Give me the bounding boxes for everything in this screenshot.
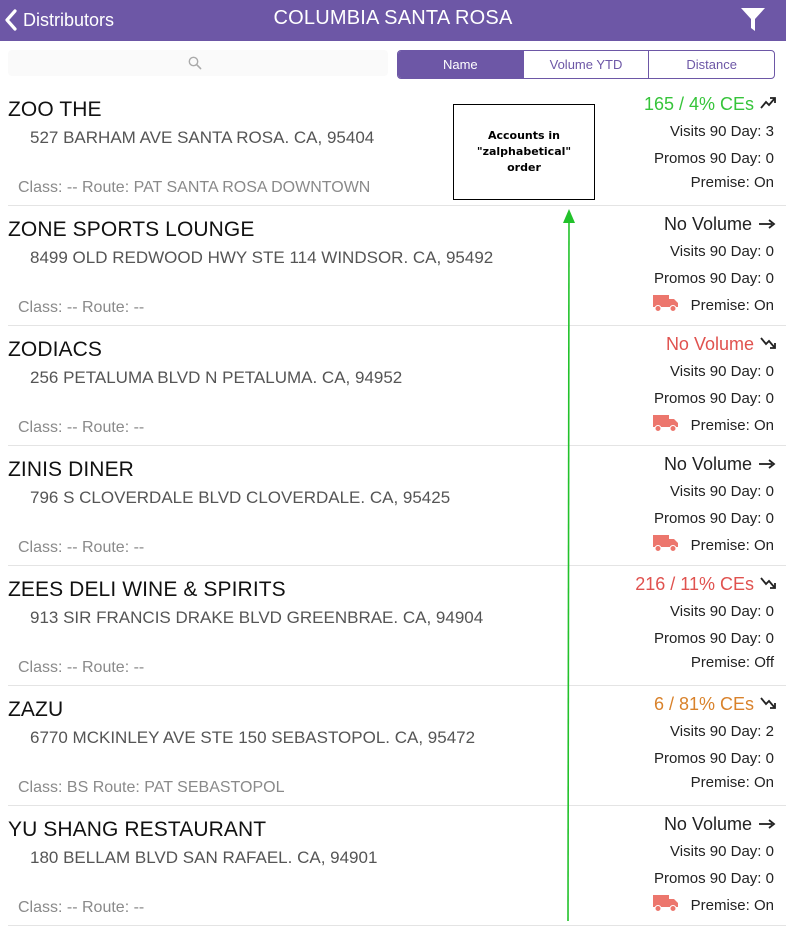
account-class-route: Class: -- Route: -- <box>18 539 145 556</box>
premise-text: Premise: On <box>690 897 774 914</box>
truck-icon <box>652 414 679 437</box>
premise-status: Premise: On <box>652 894 774 917</box>
trend-down-icon <box>760 694 776 715</box>
volume-summary: 216 / 11% CEs <box>635 574 776 595</box>
search-input[interactable] <box>8 50 388 76</box>
premise-text: Premise: On <box>690 174 774 191</box>
nav-bar: Distributors COLUMBIA SANTA ROSA <box>0 0 786 41</box>
funnel-icon <box>740 8 766 38</box>
volume-text: 216 / 11% CEs <box>635 574 754 594</box>
account-name: ZOO THE <box>8 98 102 121</box>
account-class-route: Class: BS Route: PAT SEBASTOPOL <box>18 779 285 796</box>
volume-summary: 165 / 4% CEs <box>644 94 776 115</box>
visits-90-day: Visits 90 Day: 0 <box>670 603 774 620</box>
account-address: 8499 OLD REDWOOD HWY STE 114 WINDSOR. CA… <box>30 248 494 267</box>
volume-text: No Volume <box>663 214 752 234</box>
account-name: ZAZU <box>8 698 64 721</box>
account-class-route: Class: -- Route: -- <box>18 659 145 676</box>
account-class-route: Class: -- Route: -- <box>18 899 145 916</box>
truck-icon <box>652 894 679 917</box>
promos-90-day: Promos 90 Day: 0 <box>653 390 774 407</box>
premise-status: Premise: Off <box>691 654 774 671</box>
promos-90-day: Promos 90 Day: 0 <box>653 750 774 767</box>
premise-text: Premise: On <box>690 297 774 314</box>
account-name: ZODIACS <box>8 338 103 361</box>
volume-text: 165 / 4% CEs <box>643 94 754 114</box>
visits-90-day: Visits 90 Day: 0 <box>670 483 774 500</box>
truck-icon <box>652 534 679 557</box>
account-row[interactable]: ZONE SPORTS LOUNGE 8499 OLD REDWOOD HWY S… <box>8 206 786 326</box>
promos-90-day: Promos 90 Day: 0 <box>653 630 774 647</box>
sort-segmented-control: Name Volume YTD Distance <box>397 50 775 79</box>
volume-text: No Volume <box>663 454 752 474</box>
account-row[interactable]: ZAZU 6770 MCKINLEY AVE STE 150 SEBASTOPOL… <box>8 686 786 806</box>
premise-text: Premise: On <box>690 417 774 434</box>
volume-summary: 6 / 81% CEs <box>654 694 776 715</box>
visits-90-day: Visits 90 Day: 0 <box>670 843 774 860</box>
truck-icon <box>652 294 679 317</box>
account-class-route: Class: -- Route: -- <box>18 419 145 436</box>
search-icon <box>188 56 202 75</box>
trend-up-icon <box>760 94 776 115</box>
trend-down-icon <box>760 334 776 355</box>
account-name: ZINIS DINER <box>8 458 134 481</box>
account-row[interactable]: ZOO THE 527 BARHAM AVE SANTA ROSA. CA, 95… <box>8 86 786 206</box>
volume-summary: No Volume <box>664 814 776 835</box>
sort-tab-name[interactable]: Name <box>398 51 523 78</box>
premise-status: Premise: On <box>691 174 774 191</box>
account-address: 180 BELLAM BLVD SAN RAFAEL. CA, 94901 <box>30 848 378 867</box>
visits-90-day: Visits 90 Day: 3 <box>670 123 774 140</box>
account-row[interactable]: ZINIS DINER 796 S CLOVERDALE BLVD CLOVERD… <box>8 446 786 566</box>
trend-flat-icon <box>758 214 776 235</box>
account-address: 527 BARHAM AVE SANTA ROSA. CA, 95404 <box>30 128 375 147</box>
sort-tab-distance[interactable]: Distance <box>648 51 774 78</box>
account-address: 256 PETALUMA BLVD N PETALUMA. CA, 94952 <box>30 368 403 387</box>
premise-status: Premise: On <box>652 294 774 317</box>
volume-text: No Volume <box>663 814 752 834</box>
account-name: YU SHANG RESTAURANT <box>8 818 267 841</box>
account-row[interactable]: YU SHANG RESTAURANT 180 BELLAM BLVD SAN R… <box>8 806 786 926</box>
volume-summary: No Volume <box>664 454 776 475</box>
page-title: COLUMBIA SANTA ROSA <box>273 7 513 29</box>
visits-90-day: Visits 90 Day: 2 <box>670 723 774 740</box>
volume-text: No Volume <box>665 334 754 354</box>
volume-summary: No Volume <box>664 214 776 235</box>
trend-flat-icon <box>758 814 776 835</box>
premise-status: Premise: On <box>691 774 774 791</box>
premise-text: Premise: On <box>690 537 774 554</box>
account-class-route: Class: -- Route: -- <box>18 299 145 316</box>
promos-90-day: Promos 90 Day: 0 <box>653 510 774 527</box>
filter-button[interactable] <box>740 6 766 34</box>
promos-90-day: Promos 90 Day: 0 <box>653 870 774 887</box>
premise-status: Premise: On <box>652 414 774 437</box>
volume-text: 6 / 81% CEs <box>653 694 754 714</box>
sort-tab-volume-ytd[interactable]: Volume YTD <box>522 51 649 78</box>
annotation-callout: Accounts in "zalphabetical" order <box>453 104 595 200</box>
account-address: 6770 MCKINLEY AVE STE 150 SEBASTOPOL. CA… <box>30 728 476 747</box>
promos-90-day: Promos 90 Day: 0 <box>653 270 774 287</box>
visits-90-day: Visits 90 Day: 0 <box>670 363 774 380</box>
account-address: 796 S CLOVERDALE BLVD CLOVERDALE. CA, 95… <box>30 488 451 507</box>
account-name: ZEES DELI WINE & SPIRITS <box>8 578 286 601</box>
account-row[interactable]: ZODIACS 256 PETALUMA BLVD N PETALUMA. CA,… <box>8 326 786 446</box>
account-address: 913 SIR FRANCIS DRAKE BLVD GREENBRAE. CA… <box>30 608 484 627</box>
trend-down-icon <box>760 574 776 595</box>
volume-summary: No Volume <box>666 334 776 355</box>
account-class-route: Class: -- Route: PAT SANTA ROSA DOWNTOWN <box>18 179 371 196</box>
visits-90-day: Visits 90 Day: 0 <box>670 243 774 260</box>
account-list: ZOO THE 527 BARHAM AVE SANTA ROSA. CA, 95… <box>0 86 786 926</box>
account-row[interactable]: ZEES DELI WINE & SPIRITS 913 SIR FRANCIS … <box>8 566 786 686</box>
trend-flat-icon <box>758 454 776 475</box>
promos-90-day: Promos 90 Day: 0 <box>653 150 774 167</box>
account-name: ZONE SPORTS LOUNGE <box>8 218 255 241</box>
premise-text: Premise: Off <box>690 654 774 671</box>
premise-status: Premise: On <box>652 534 774 557</box>
premise-text: Premise: On <box>690 774 774 791</box>
